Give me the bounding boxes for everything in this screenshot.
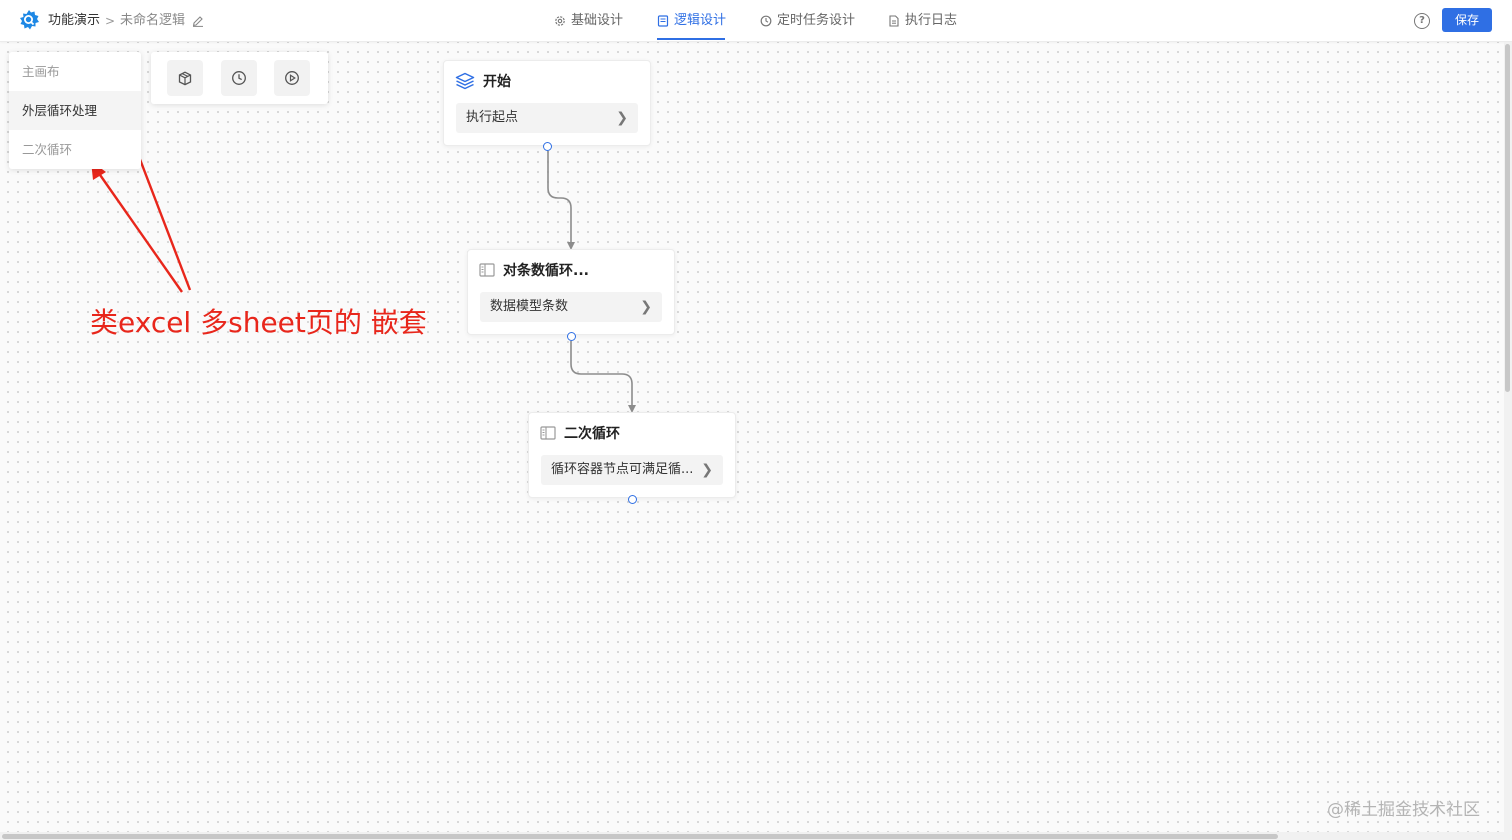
- sheet-item-main-canvas[interactable]: 主画布: [9, 52, 141, 91]
- node-header: 对条数循环...: [479, 260, 589, 280]
- play-icon: [285, 71, 299, 85]
- toolbar-run-button[interactable]: [274, 60, 310, 96]
- help-icon[interactable]: ?: [1414, 13, 1430, 29]
- flow-node-start[interactable]: 开始 执行起点 ❯: [443, 60, 651, 146]
- sheet-item-outer-loop[interactable]: 外层循环处理: [9, 91, 141, 130]
- tab-execution-log[interactable]: 执行日志: [888, 13, 957, 29]
- flow-node-second-loop[interactable]: 二次循环 循环容器节点可满足循... ❯: [528, 412, 736, 498]
- toolbar-package-button[interactable]: [167, 60, 203, 96]
- node-output-port[interactable]: [628, 495, 637, 504]
- breadcrumb-separator: >: [105, 14, 116, 28]
- app-root: 功能演示 > 未命名逻辑 基础设计 逻辑设计 定时任务设计 执行日志 ? 保存 …: [0, 0, 1512, 840]
- node-config[interactable]: 数据模型条数 ❯: [480, 292, 662, 322]
- node-output-port[interactable]: [543, 142, 552, 151]
- flow-node-count-loop[interactable]: 对条数循环... 数据模型条数 ❯: [467, 249, 675, 335]
- node-config-label: 执行起点: [466, 110, 519, 125]
- chevron-right-icon: ❯: [701, 462, 713, 478]
- top-header: 功能演示 > 未命名逻辑 基础设计 逻辑设计 定时任务设计 执行日志 ? 保存: [0, 0, 1512, 42]
- canvas-sheet-list: 主画布 外层循环处理 二次循环: [9, 52, 141, 169]
- chevron-right-icon: ❯: [616, 110, 628, 126]
- tab-label: 逻辑设计: [674, 13, 727, 28]
- save-button[interactable]: 保存: [1442, 8, 1492, 32]
- loop-container-icon: [479, 263, 495, 277]
- edge-start-to-loop: [547, 151, 575, 250]
- node-title: 开始: [483, 74, 511, 90]
- horizontal-scrollbar-thumb[interactable]: [2, 834, 1278, 839]
- toolbar-timer-button[interactable]: [221, 60, 257, 96]
- edge-loop-to-second-loop: [570, 341, 636, 413]
- node-config-label: 循环容器节点可满足循...: [551, 462, 694, 477]
- tab-label: 执行日志: [905, 13, 958, 28]
- node-config-label: 数据模型条数: [490, 299, 569, 314]
- node-title: 二次循环: [564, 426, 620, 442]
- watermark-text: @稀土掘金技术社区: [1327, 800, 1480, 820]
- tab-label: 基础设计: [571, 13, 624, 28]
- active-tab-indicator: [657, 38, 725, 40]
- gear-icon: [555, 16, 565, 26]
- tab-scheduled-task[interactable]: 定时任务设计: [760, 13, 855, 29]
- node-output-port[interactable]: [567, 332, 576, 341]
- package-icon: [178, 71, 192, 86]
- canvas-overlay: [91, 116, 636, 413]
- sheet-item-second-loop[interactable]: 二次循环: [9, 130, 141, 169]
- chevron-right-icon: ❯: [640, 299, 652, 315]
- loop-container-icon: [540, 426, 556, 440]
- breadcrumb-app-name[interactable]: 功能演示: [48, 13, 100, 29]
- app-logo-icon: [20, 10, 39, 30]
- node-config[interactable]: 循环容器节点可满足循... ❯: [541, 455, 723, 485]
- node-header: 开始: [455, 71, 511, 91]
- node-header: 二次循环: [540, 423, 620, 443]
- edit-name-icon[interactable]: [192, 14, 204, 27]
- file-icon: [889, 15, 899, 27]
- document-icon: [657, 15, 669, 27]
- tab-basic-design[interactable]: 基础设计: [554, 13, 623, 29]
- annotation-text: 类excel 多sheet页的 嵌套: [90, 306, 427, 339]
- tab-logic-design[interactable]: 逻辑设计: [657, 13, 726, 29]
- node-title: 对条数循环...: [503, 263, 589, 279]
- clock-icon: [232, 71, 246, 85]
- node-config[interactable]: 执行起点 ❯: [456, 103, 638, 133]
- clock-icon: [760, 15, 772, 27]
- node-toolbar: [151, 52, 328, 104]
- breadcrumb-doc-name[interactable]: 未命名逻辑: [120, 13, 185, 29]
- layers-icon: [455, 72, 475, 90]
- vertical-scrollbar-thumb[interactable]: [1505, 44, 1510, 392]
- tab-label: 定时任务设计: [777, 13, 856, 28]
